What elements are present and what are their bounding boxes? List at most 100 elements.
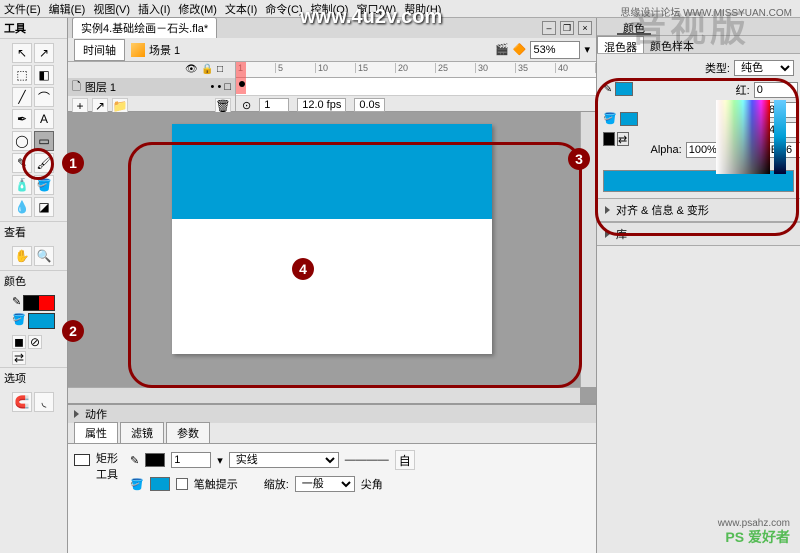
- zoom-input[interactable]: [530, 41, 580, 59]
- fill-color-chip[interactable]: [28, 313, 55, 329]
- layers-column: 👁 🔒 □ 🗋 图层 1 • • □ + ↗ 📁 🗑: [68, 62, 236, 111]
- menu-view[interactable]: 视图(V): [93, 1, 130, 17]
- outline-icon[interactable]: □: [217, 64, 229, 76]
- pen-tool[interactable]: ✒: [12, 109, 32, 129]
- triangle-icon: [605, 230, 610, 238]
- tip-label: 尖角: [361, 476, 383, 492]
- stroke-swatch[interactable]: [145, 453, 165, 467]
- pencil-icon: ✎: [12, 295, 21, 311]
- menu-text[interactable]: 文本(I): [225, 1, 257, 17]
- line-tool[interactable]: ╱: [12, 87, 32, 107]
- watermark-br-logo: PS 爱好者: [725, 527, 790, 547]
- tab-params[interactable]: 参数: [166, 422, 210, 443]
- swap-colors-icon[interactable]: ⇄: [617, 132, 629, 146]
- pencil-icon: ✎: [130, 454, 139, 467]
- frame-ruler[interactable]: 1510152025303540: [236, 62, 596, 78]
- pencil-tool[interactable]: ✎: [12, 153, 32, 173]
- scene-label[interactable]: 场景 1: [131, 42, 180, 58]
- corner-option[interactable]: ◟: [34, 392, 54, 412]
- onion-skin-icon[interactable]: ⊙: [242, 99, 251, 112]
- scale-combo[interactable]: 一般: [295, 476, 355, 492]
- scrollbar-horizontal[interactable]: [68, 387, 580, 403]
- badge-3: 3: [568, 148, 590, 170]
- fill-color-swatch[interactable]: [620, 112, 638, 126]
- bucket-icon: 🪣: [603, 112, 617, 126]
- close-button[interactable]: ×: [578, 21, 592, 35]
- stage-area: [68, 112, 596, 403]
- fill-swatch[interactable]: [150, 477, 170, 491]
- timeline-button[interactable]: 时间轴: [74, 39, 125, 61]
- watermark-url: www.4u2v.com: [300, 6, 442, 29]
- oval-tool[interactable]: ◯: [12, 131, 32, 151]
- brush-hint-label: 笔触提示: [194, 476, 238, 492]
- document-tab[interactable]: 实例4.基础绘画－石头.fla*: [72, 17, 217, 39]
- brightness-slider[interactable]: [774, 100, 786, 174]
- colors-section: 颜色: [0, 270, 67, 291]
- text-tool[interactable]: A: [34, 109, 54, 129]
- alpha-label: Alpha:: [646, 144, 682, 156]
- menu-insert[interactable]: 插入(I): [138, 1, 170, 17]
- library-panel-header[interactable]: 库: [597, 222, 800, 246]
- default-colors-icon[interactable]: [603, 132, 615, 146]
- align-panel-header[interactable]: 对齐 & 信息 & 变形: [597, 198, 800, 222]
- color-mixer-panel: 类型: 纯色 ✎ 🪣 ⇄ 红:▾ 绿:▾ 蓝:▾ Alpha:▾: [597, 54, 800, 164]
- restore-button[interactable]: ❐: [560, 21, 574, 35]
- stroke-width-input[interactable]: [171, 452, 211, 468]
- stepper-icon[interactable]: ▾: [217, 454, 223, 467]
- swap-colors-btn[interactable]: ⇄: [12, 351, 26, 365]
- drawn-rectangle[interactable]: [172, 124, 492, 219]
- gradient-transform-tool[interactable]: ◧: [34, 65, 54, 85]
- line-style-combo[interactable]: 实线: [229, 452, 339, 468]
- eyedropper-tool[interactable]: 💧: [12, 197, 32, 217]
- color-picker-area[interactable]: [716, 100, 770, 174]
- minimize-button[interactable]: –: [542, 21, 556, 35]
- edit-symbol-icon[interactable]: 🔶: [513, 43, 527, 56]
- menu-edit[interactable]: 编辑(E): [49, 1, 86, 17]
- tab-filters[interactable]: 滤镜: [120, 422, 164, 443]
- pencil-icon: ✎: [603, 82, 612, 96]
- hand-tool[interactable]: ✋: [12, 246, 32, 266]
- paint-bucket-tool[interactable]: 🪣: [34, 175, 54, 195]
- stage-canvas[interactable]: [172, 124, 492, 354]
- zoom-dropdown-icon[interactable]: ▾: [584, 43, 590, 56]
- custom-btn[interactable]: 自: [395, 450, 415, 470]
- triangle-icon: [605, 206, 610, 214]
- menu-file[interactable]: 文件(E): [4, 1, 41, 17]
- edit-scene-icon[interactable]: 🎬: [495, 43, 509, 56]
- menu-modify[interactable]: 修改(M): [178, 1, 217, 17]
- eye-icon[interactable]: 👁: [185, 64, 197, 76]
- zoom-tool[interactable]: 🔍: [34, 246, 54, 266]
- menu-command[interactable]: 命令(C): [265, 1, 302, 17]
- selection-tool[interactable]: ↖: [12, 43, 32, 63]
- eraser-tool[interactable]: ◪: [34, 197, 54, 217]
- default-colors-btn[interactable]: ◼: [12, 335, 26, 349]
- red-input[interactable]: [754, 82, 798, 98]
- fps-display: 12.0 fps: [297, 98, 346, 112]
- stroke-color-chip[interactable]: [23, 295, 55, 311]
- playhead[interactable]: [236, 62, 246, 94]
- main-layout: 工具 ↖ ↗ ⬚ ◧ ╱ ⌒ ✒ A ◯ ▭ ✎ 🖌 🧴 🪣 💧 ◪ 查看 ✋ …: [0, 18, 800, 553]
- color-type-combo[interactable]: 纯色: [734, 60, 794, 76]
- brush-hint-checkbox[interactable]: [176, 478, 188, 490]
- lock-icon[interactable]: 🔒: [201, 64, 213, 76]
- current-frame: 1: [259, 98, 289, 112]
- badge-1: 1: [62, 152, 84, 174]
- tab-properties[interactable]: 属性: [74, 422, 118, 443]
- rectangle-tool[interactable]: ▭: [34, 131, 54, 151]
- tools-panel: 工具 ↖ ↗ ⬚ ◧ ╱ ⌒ ✒ A ◯ ▭ ✎ 🖌 🧴 🪣 💧 ◪ 查看 ✋ …: [0, 18, 68, 553]
- no-color-btn[interactable]: ⊘: [28, 335, 42, 349]
- frames-column: 1510152025303540 ⊙ 1 12.0 fps 0.0s: [236, 62, 596, 111]
- tool-name: 矩形: [96, 450, 118, 466]
- disclosure-icon[interactable]: [74, 410, 79, 418]
- brush-tool[interactable]: 🖌: [34, 153, 54, 173]
- snap-option[interactable]: 🧲: [12, 392, 32, 412]
- free-transform-tool[interactable]: ⬚: [12, 65, 32, 85]
- stroke-color-swatch[interactable]: [615, 82, 633, 96]
- layer-row[interactable]: 🗋 图层 1 • • □: [68, 78, 235, 96]
- options-section: 选项: [0, 367, 67, 388]
- properties-panel: 动作 属性 滤镜 参数 矩形 工具 ✎: [68, 403, 596, 553]
- lasso-tool[interactable]: ⌒: [34, 87, 54, 107]
- subselection-tool[interactable]: ↗: [34, 43, 54, 63]
- ink-bottle-tool[interactable]: 🧴: [12, 175, 32, 195]
- frames-track[interactable]: [236, 78, 596, 96]
